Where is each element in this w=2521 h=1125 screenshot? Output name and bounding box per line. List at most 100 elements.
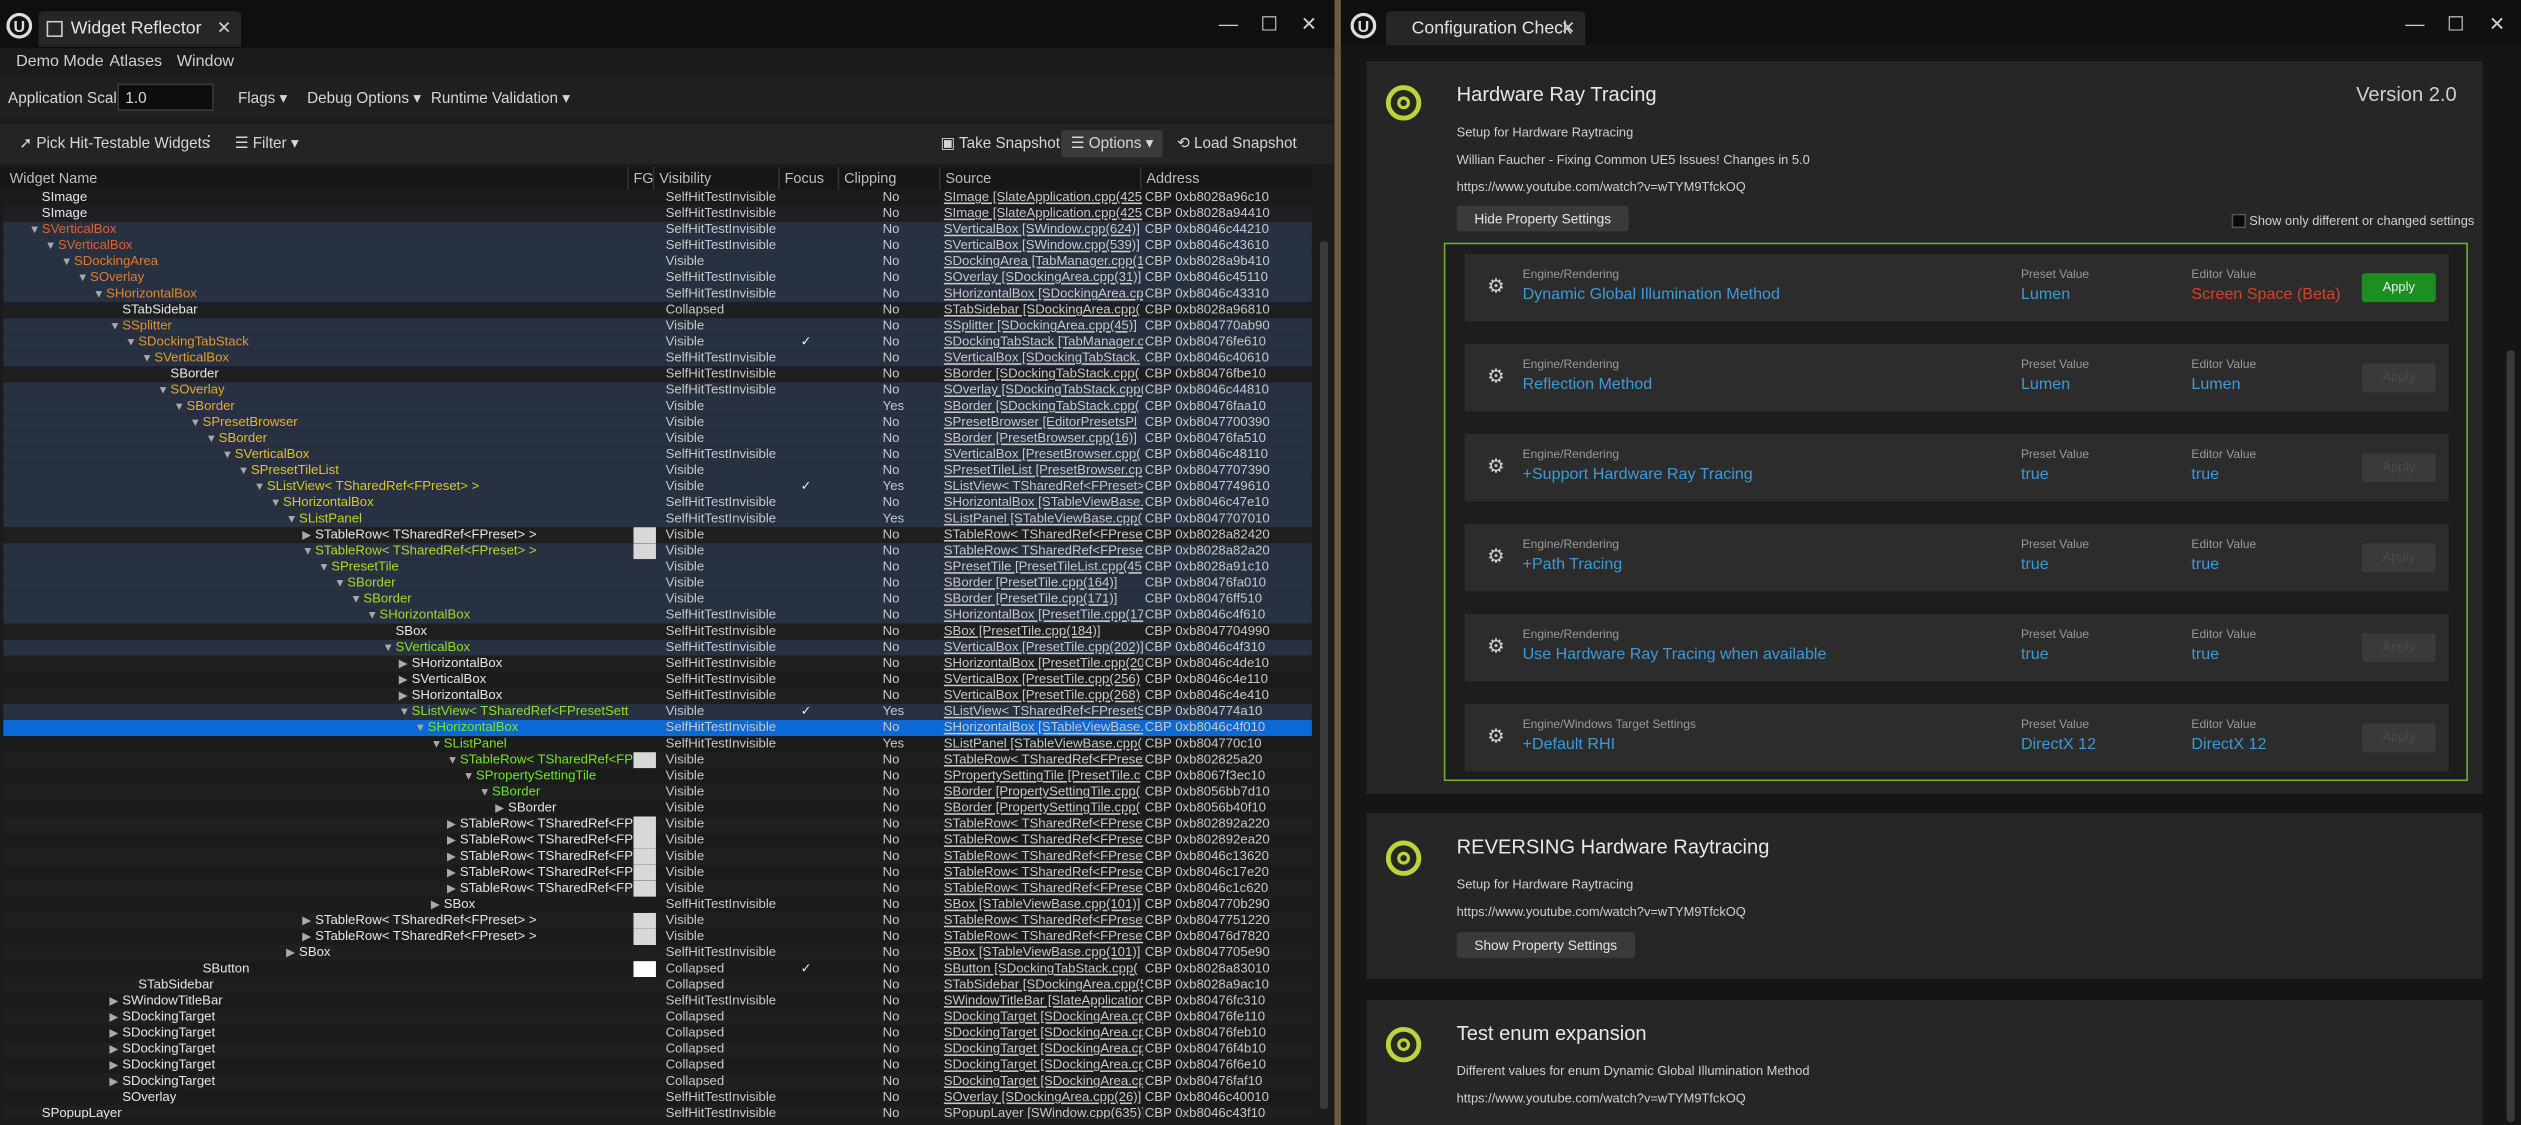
card-url[interactable]: https://www.youtube.com/watch?v=wTYM9Tfc… [1457,1091,1746,1105]
col-focus[interactable]: Focus [785,170,824,186]
widget-tree-row[interactable]: SImage SelfHitTestInvisible No SImage [Slat… [3,205,1312,222]
widget-tree-row[interactable]: SButton Collapsed ✓ No SButton [SDockingTabS… [3,961,1312,978]
widget-tree-row[interactable]: ▼ STableRow< TSharedRef<FP Visible No STable… [3,752,1312,769]
widget-tree-row[interactable]: ▶ STableRow< TSharedRef<FP Visible No STable… [3,880,1312,897]
close-window-icon[interactable]: ✕ [2489,13,2505,35]
widget-tree-row[interactable]: ▼ SListView< TSharedRef<FPresetSett Visibl… [3,703,1312,720]
col-visibility[interactable]: Visibility [659,170,711,186]
widget-tree-row[interactable]: ▼ SOverlay SelfHitTestInvisible No SOverlay … [3,382,1312,399]
row-source[interactable]: STabSidebar [SDockingArea.cpp(5 [944,977,1143,993]
widget-tree-row[interactable]: ▼ SPresetTileList Visible No SPresetTileList… [3,462,1312,479]
refresh-icon[interactable] [1385,840,1422,876]
widget-tree-row[interactable]: ▶ SBox SelfHitTestInvisible No SBox [STableV… [3,944,1312,962]
widget-tree-row[interactable]: ▶ STableRow< TSharedRef<FPreset> > Visible… [3,928,1312,945]
widget-tree-row[interactable]: ▶ SBorder Visible No SBorder [PropertySettin… [3,800,1312,816]
col-clipping[interactable]: Clipping [844,170,896,186]
widget-tree-row[interactable]: SOverlay SelfHitTestInvisible No SOverlay [… [3,1090,1312,1106]
col-widget-name[interactable]: Widget Name [10,170,98,186]
col-address[interactable]: Address [1146,170,1199,186]
row-source[interactable]: SDockingTarget [SDockingArea.cp [944,1074,1143,1090]
row-source[interactable]: SListView< TSharedRef<FPresetS [944,704,1143,720]
close-tab-icon[interactable]: ✕ [1561,11,1576,46]
widget-tree-row[interactable]: ▼ SListPanel SelfHitTestInvisible Yes SListP… [3,736,1312,752]
widget-tree-row[interactable]: SBorder SelfHitTestInvisible No SBorder [SD… [3,366,1312,383]
maximize-icon[interactable]: ☐ [2447,13,2464,35]
widget-tree-row[interactable]: ▼ SBorder Visible No SBorder [PresetBrowser.… [3,430,1312,447]
row-source[interactable]: SDockingTarget [SDockingArea.cp [944,1025,1143,1041]
widget-tree-row[interactable]: ▶ SBox SelfHitTestInvisible No SBox [STableV… [3,897,1312,913]
widget-tree-row[interactable]: ▼ SOverlay SelfHitTestInvisible No SOverlay … [3,269,1312,287]
maximize-icon[interactable]: ☐ [1260,13,1277,35]
widget-tree-row[interactable]: ▶ SDockingTarget Collapsed No SDockingTarget… [3,1073,1312,1090]
row-source[interactable]: SBox [STableViewBase.cpp(101)] [944,945,1143,961]
widget-tree-row[interactable]: ▶ STableRow< TSharedRef<FP Visible No STable… [3,864,1312,881]
minimize-icon[interactable]: — [2405,13,2424,35]
refresh-icon[interactable] [1385,85,1422,121]
take-snapshot-button[interactable]: ▣ Take Snapshot [941,135,1060,153]
row-source[interactable]: STableRow< TSharedRef<FPreset [944,543,1143,559]
apply-button[interactable]: Apply [2361,453,2436,483]
apply-button[interactable]: Apply [2361,633,2436,663]
menu-atlases[interactable]: Atlases [109,53,162,71]
row-source[interactable]: STableRow< TSharedRef<FPreset [944,832,1143,848]
hide-property-settings-button[interactable]: Hide Property Settings [1456,205,1629,232]
widget-tree-row[interactable]: ▶ SHorizontalBox SelfHitTestInvisible No SVe… [3,687,1312,704]
row-source[interactable]: SListView< TSharedRef<FPreset> [944,479,1143,495]
widget-tree-row[interactable]: ▼ SHorizontalBox SelfHitTestInvisible No SHo… [3,719,1312,737]
refresh-icon[interactable] [1385,1026,1422,1063]
row-source[interactable]: SVerticalBox [PresetBrowser.cpp( [944,447,1143,463]
widget-tree-row[interactable]: ▼ SVerticalBox SelfHitTestInvisible No SVert… [3,221,1312,238]
row-source[interactable]: SHorizontalBox [PresetTile.cpp(17 [944,607,1143,623]
widget-tree-row[interactable]: ▼ SVerticalBox SelfHitTestInvisible No SVert… [3,446,1312,463]
col-source[interactable]: Source [945,170,991,186]
row-source[interactable]: SHorizontalBox [PresetTile.cpp(20 [944,656,1143,672]
flags-dropdown[interactable]: Flags ▾ [238,90,287,108]
row-source[interactable]: STableRow< TSharedRef<FPreset [944,929,1143,945]
menu-window[interactable]: Window [177,53,234,71]
row-source[interactable]: SPresetBrowser [EditorPresetsPl [944,415,1143,431]
widget-tree-row[interactable]: ▶ SVerticalBox SelfHitTestInvisible No SVert… [3,672,1312,688]
row-source[interactable]: SBorder [PresetTile.cpp(164)] [944,575,1143,591]
row-source[interactable]: SBorder [PresetTile.cpp(171)] [944,591,1143,607]
runtime-validation-dropdown[interactable]: Runtime Validation ▾ [431,90,570,108]
app-scale-input[interactable]: 1.0 [117,83,214,111]
show-property-settings-button[interactable]: Show Property Settings [1456,932,1635,958]
debug-options-dropdown[interactable]: Debug Options ▾ [307,90,421,108]
widget-tree-row[interactable]: ▼ SVerticalBox SelfHitTestInvisible No SVert… [3,237,1312,254]
widget-tree-row[interactable]: ▼ SListPanel SelfHitTestInvisible Yes SListP… [3,511,1312,528]
widget-tree-row[interactable]: ▶ STableRow< TSharedRef<FP Visible No STable… [3,832,1312,849]
widget-tree-row[interactable]: ▼ SListView< TSharedRef<FPreset> > Visible… [3,478,1312,495]
row-source[interactable]: SDockingTabStack [TabManager.c [944,334,1143,350]
widget-tree-row[interactable]: ▼ SVerticalBox SelfHitTestInvisible No SVert… [3,639,1312,656]
vertical-scrollbar[interactable] [1319,241,1329,1109]
close-tab-icon[interactable]: ✕ [217,11,232,46]
row-source[interactable]: SBorder [SDockingTabStack.cpp( [944,366,1143,382]
row-source[interactable]: SPopupLayer [SWindow.cpp(635)] [944,1106,1143,1119]
widget-tree-row[interactable]: ▼ SSplitter Visible No SSplitter [SDockingAr… [3,318,1312,335]
row-source[interactable]: SListPanel [STableViewBase.cpp( [944,511,1143,527]
pick-hit-testable-button[interactable]: ➚ Pick Hit-Testable Widgets [19,135,209,153]
tab-widget-reflector[interactable]: Widget Reflector ✕ [38,11,242,47]
row-source[interactable]: SPresetTile [PresetTileList.cpp(45 [944,559,1143,575]
row-source[interactable]: SPresetTileList [PresetBrowser.cp [944,463,1143,479]
apply-button[interactable]: Apply [2361,723,2436,753]
widget-tree-row[interactable]: STabSidebar Collapsed No STabSidebar [SDock… [3,302,1312,319]
row-source[interactable]: SDockingTarget [SDockingArea.cp [944,1009,1143,1025]
tab-configuration-check[interactable]: Configuration Check ✕ [1385,11,1586,47]
widget-tree-row[interactable]: SBox SelfHitTestInvisible No SBox [PresetTi… [3,623,1312,640]
row-source[interactable]: SVerticalBox [PresetTile.cpp(256) [944,672,1143,688]
row-source[interactable]: STableRow< TSharedRef<FPreset [944,913,1143,929]
widget-tree-row[interactable]: ▼ STableRow< TSharedRef<FPreset> > Visible… [3,543,1312,560]
apply-button[interactable]: Apply [2361,543,2436,573]
widget-tree-row[interactable]: ▶ SHorizontalBox SelfHitTestInvisible No SHo… [3,655,1312,672]
row-source[interactable]: SVerticalBox [SDockingTabStack. [944,350,1143,366]
row-source[interactable]: SBox [PresetTile.cpp(184)] [944,624,1143,640]
widget-tree-row[interactable]: ▶ STableRow< TSharedRef<FPreset> > Visible… [3,912,1312,929]
row-source[interactable]: SBorder [PropertySettingTile.cpp( [944,784,1143,800]
vertical-scrollbar[interactable] [2506,350,2515,1122]
menu-demo-mode[interactable]: Demo Mode [16,53,104,71]
widget-tree-row[interactable]: ▼ SHorizontalBox SelfHitTestInvisible No SHo… [3,494,1312,512]
widget-tree-row[interactable]: ▼ SBorder Visible No SBorder [PropertySettin… [3,784,1312,801]
row-source[interactable]: SVerticalBox [PresetTile.cpp(202)] [944,640,1143,656]
row-source[interactable]: STableRow< TSharedRef<FPreset [944,881,1143,897]
